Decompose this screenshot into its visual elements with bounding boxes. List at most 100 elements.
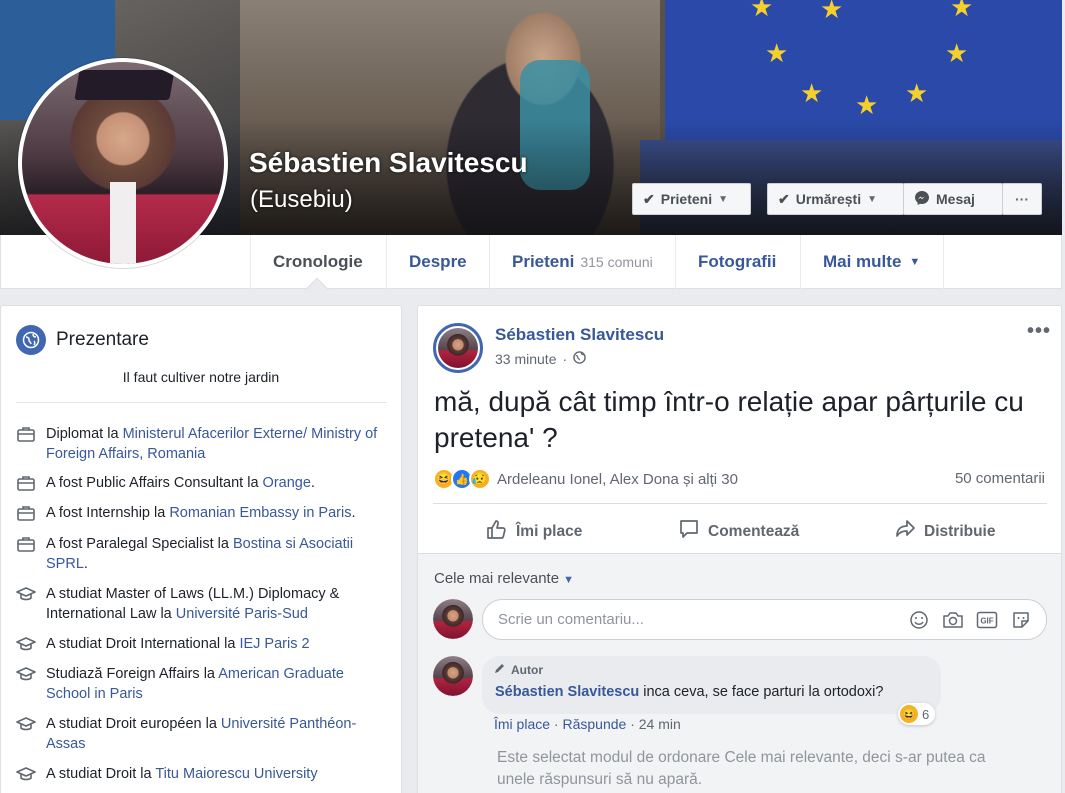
mutual-friends-count: 315 comuni xyxy=(580,254,653,270)
like-button[interactable]: Îmi place xyxy=(486,518,582,545)
friends-button-label: Prieteni xyxy=(660,191,713,207)
post-author-name[interactable]: Sébastien Slavitescu xyxy=(495,325,664,345)
comment-time[interactable]: 24 min xyxy=(639,716,681,732)
post-card: Sébastien Slavitescu 33 minute · ••• mă,… xyxy=(417,305,1062,793)
post-timestamp: 33 minute · xyxy=(495,351,586,367)
tab-photos[interactable]: Fotografii xyxy=(676,235,801,289)
comment-actions: Îmi place · Răspunde · 24 min xyxy=(494,716,681,732)
comments-count-link[interactable]: 50 comentarii xyxy=(955,470,1045,487)
camera-icon[interactable] xyxy=(942,609,964,631)
graduation-cap-icon xyxy=(16,714,36,734)
caret-down-icon: ▼ xyxy=(867,193,878,205)
reaction-names: Ardeleanu Ionel, Alex Dona și alți 30 xyxy=(497,470,738,488)
public-globe-icon[interactable] xyxy=(573,351,586,367)
workplace-link[interactable]: Romanian Embassy in Paris xyxy=(169,505,351,521)
tab-friends[interactable]: Prieteni 315 comuni xyxy=(490,235,676,289)
post-options-icon[interactable]: ••• xyxy=(1027,320,1051,343)
comment-sort-label: Cele mai relevante xyxy=(434,570,560,587)
sort-notice: Este selectat modul de ordonare Cele mai… xyxy=(497,749,986,788)
comment-input[interactable]: Scrie un comentariu... GIF xyxy=(482,599,1047,640)
reactions-summary[interactable]: 😆 👍 😥 Ardeleanu Ionel, Alex Dona și alți… xyxy=(433,468,738,490)
globe-icon xyxy=(16,325,46,355)
more-options-button[interactable]: ··· xyxy=(1002,183,1042,215)
divider xyxy=(433,503,1047,504)
author-badge-label: Autor xyxy=(511,662,543,677)
briefcase-icon xyxy=(16,503,36,523)
school-link[interactable]: Université Paris-Sud xyxy=(176,606,308,622)
author-badge: Autor xyxy=(493,661,543,678)
intro-item: A studiat Droit International la IEJ Par… xyxy=(16,634,386,654)
intro-title: Prezentare xyxy=(56,329,149,350)
comment-author-name[interactable]: Sébastien Slavitescu xyxy=(495,684,639,700)
gif-icon[interactable]: GIF xyxy=(976,609,998,631)
comment-text: inca ceva, se face parturi la ortodoxi? xyxy=(643,684,884,700)
post-time-text[interactable]: 33 minute xyxy=(495,351,556,367)
comment-input-placeholder: Scrie un comentariu... xyxy=(498,611,644,628)
check-icon: ✔ xyxy=(778,190,790,207)
intro-item: A studiat Droit la Titu Maiorescu Univer… xyxy=(16,764,386,784)
caret-down-icon: ▼ xyxy=(909,256,921,268)
comment-author-avatar[interactable] xyxy=(433,656,473,696)
follow-button-label: Urmărești xyxy=(795,191,862,207)
post-author-avatar[interactable] xyxy=(433,323,483,373)
tab-more[interactable]: Mai multe ▼ xyxy=(801,235,944,289)
comment-reaction-count: 6 xyxy=(922,706,930,722)
tab-about[interactable]: Despre xyxy=(387,235,490,289)
intro-card: Prezentare Il faut cultiver notre jardin… xyxy=(0,305,402,793)
bio-text: Il faut cultiver notre jardin xyxy=(122,369,280,385)
tab-more-label: Mai multe xyxy=(823,252,902,271)
comment-bubble: Autor Sébastien Slavitescu inca ceva, se … xyxy=(482,656,941,714)
profile-picture[interactable] xyxy=(18,58,228,268)
messenger-icon xyxy=(914,190,930,209)
emoji-icon[interactable] xyxy=(908,609,930,631)
profile-alt-name: (Eusebiu) xyxy=(250,186,353,213)
graduation-cap-icon xyxy=(16,664,36,684)
sticker-icon[interactable] xyxy=(1010,609,1032,631)
briefcase-icon xyxy=(16,534,36,554)
message-button-label: Mesaj xyxy=(936,191,975,207)
intro-item: A studiat Master of Laws (LL.M.) Diploma… xyxy=(16,584,386,624)
follow-button[interactable]: ✔ Urmărești ▼ xyxy=(767,183,904,215)
comment-button-label: Comentează xyxy=(708,522,800,540)
intro-item: Studiază Foreign Affairs la American Gra… xyxy=(16,664,386,704)
message-button[interactable]: Mesaj xyxy=(903,183,1003,215)
caret-down-icon: ▼ xyxy=(563,574,574,586)
profile-name[interactable]: Sébastien Slavitescu xyxy=(249,147,528,179)
intro-item: A studiat Droit européen la Université P… xyxy=(16,714,386,754)
like-button-label: Îmi place xyxy=(516,522,583,540)
comment-like-link[interactable]: Îmi place xyxy=(494,716,550,732)
divider xyxy=(16,402,387,403)
intro-item: A fost Public Affairs Consultant la Oran… xyxy=(16,473,386,493)
intro-item: Diplomat la Ministerul Afacerilor Extern… xyxy=(16,424,386,464)
comment-sort-dropdown[interactable]: Cele mai relevante ▼ xyxy=(434,570,574,587)
friends-button[interactable]: ✔ Prieteni ▼ xyxy=(632,183,751,215)
briefcase-icon xyxy=(16,424,36,444)
current-user-avatar[interactable] xyxy=(433,599,473,639)
graduation-cap-icon xyxy=(16,584,36,604)
school-link[interactable]: IEJ Paris 2 xyxy=(239,636,309,652)
post-text: mă, după cât timp într-o relație apar pâ… xyxy=(434,386,1024,453)
comment-bubble-icon xyxy=(678,518,700,545)
svg-text:GIF: GIF xyxy=(980,617,993,626)
tab-friends-label: Prieteni xyxy=(512,252,575,271)
sad-reaction-icon: 😥 xyxy=(469,468,491,490)
profile-page: ★ ★ ★ ★ ★ ★ ★ ★ Sébastien Slavitescu (Eu… xyxy=(0,0,1065,793)
intro-item: A fost Internship la Romanian Embassy in… xyxy=(16,503,386,523)
pencil-icon xyxy=(493,661,507,678)
graduation-cap-icon xyxy=(16,634,36,654)
briefcase-icon xyxy=(16,473,36,493)
intro-item: A fost Paralegal Specialist la Bostina s… xyxy=(16,534,386,574)
workplace-link[interactable]: Orange xyxy=(263,475,311,491)
comment-reply-link[interactable]: Răspunde xyxy=(562,716,626,732)
school-link[interactable]: Titu Maiorescu University xyxy=(155,766,317,782)
check-icon: ✔ xyxy=(643,190,655,207)
share-arrow-icon xyxy=(894,518,916,545)
haha-reaction-icon: 😆 xyxy=(900,705,918,723)
intro-header: Prezentare xyxy=(16,325,149,355)
comment-button[interactable]: Comentează xyxy=(678,518,799,545)
caret-down-icon: ▼ xyxy=(718,193,728,205)
graduation-cap-icon xyxy=(16,764,36,784)
thumbs-up-icon xyxy=(486,518,508,545)
comment-reactions[interactable]: 😆 6 xyxy=(898,703,936,725)
share-button[interactable]: Distribuie xyxy=(894,518,995,545)
